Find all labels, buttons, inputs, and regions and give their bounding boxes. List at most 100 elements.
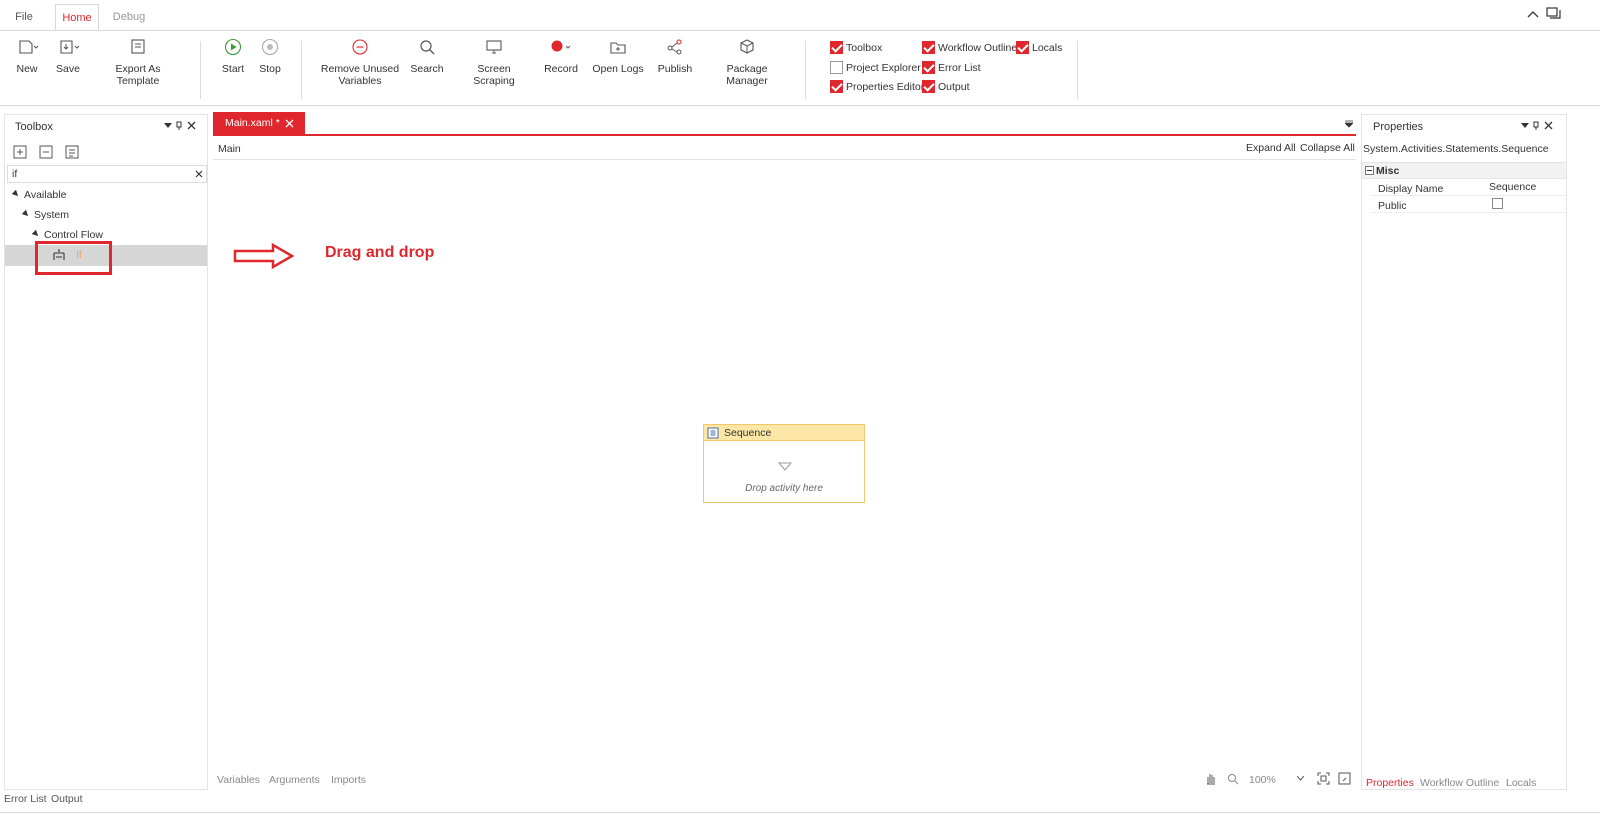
save-button[interactable]: Save (52, 37, 84, 75)
record-button[interactable]: Record (542, 37, 580, 75)
footer-divider (0, 812, 1600, 813)
tab-output[interactable]: Output (51, 793, 83, 805)
pin-icon[interactable] (1533, 121, 1539, 131)
search-label: Search (410, 63, 444, 75)
tree-available[interactable]: Available (11, 189, 66, 201)
clear-search-icon[interactable] (195, 170, 203, 178)
drop-activity-hint: Drop activity here (745, 483, 823, 494)
checkbox-checked-icon (922, 40, 935, 54)
toolbox-search-input[interactable]: if (7, 165, 207, 183)
fit-to-screen-icon[interactable] (1317, 772, 1330, 785)
properties-editor-toggle[interactable]: Properties Editor (830, 79, 925, 96)
error-list-toggle-label: Error List (938, 62, 981, 74)
expand-all-link[interactable]: Expand All (1246, 142, 1296, 154)
panel-menu-icon[interactable] (164, 123, 172, 129)
locals-toggle[interactable]: Locals (1016, 40, 1063, 57)
property-row-public: Public (1370, 196, 1566, 213)
tree-control-flow-label: Control Flow (44, 229, 103, 241)
close-icon[interactable] (187, 121, 196, 130)
tab-locals[interactable]: Locals (1506, 777, 1536, 789)
ribbon-tab-bar: File Home Debug (0, 0, 1600, 30)
toolbox-toggle[interactable]: Toolbox (830, 40, 883, 57)
list-view-icon[interactable] (65, 145, 79, 159)
designer-header: Main Expand All Collapse All (213, 136, 1356, 160)
zoom-icon[interactable] (1227, 773, 1239, 785)
ribbon: New Save Export As Template Start Stop R… (0, 30, 1600, 106)
feedback-icon[interactable] (1546, 7, 1562, 21)
properties-panel: Properties System.Activities.Statements.… (1361, 114, 1567, 790)
toolbox-panel: Toolbox if Available System Control Flow… (4, 114, 208, 790)
checkbox-unchecked-icon (830, 60, 843, 74)
stop-label: Stop (259, 63, 281, 75)
public-checkbox[interactable] (1492, 198, 1503, 209)
package-manager-label: Package Manager (726, 63, 768, 87)
tree-control-flow[interactable]: Control Flow (31, 229, 103, 241)
checkbox-checked-icon (922, 79, 935, 93)
property-name: Public (1378, 200, 1407, 212)
project-explorer-toggle[interactable]: Project Explorer (830, 60, 921, 77)
tab-error-list[interactable]: Error List (4, 793, 47, 805)
search-icon (417, 37, 437, 57)
sequence-icon (707, 427, 719, 439)
document-tab-main[interactable]: Main.xaml * (213, 112, 305, 135)
properties-title: Properties (1373, 121, 1424, 133)
hand-pan-icon[interactable] (1204, 772, 1218, 786)
properties-editor-toggle-label: Properties Editor (846, 81, 925, 93)
export-template-button[interactable]: Export As Template (94, 37, 182, 87)
publish-button[interactable]: Publish (656, 37, 694, 75)
misc-category[interactable]: Misc (1362, 162, 1566, 179)
stop-button[interactable]: Stop (256, 37, 284, 75)
zoom-level[interactable]: 100% (1249, 774, 1276, 786)
collapse-all-link[interactable]: Collapse All (1300, 142, 1355, 154)
workflow-outline-toggle[interactable]: Workflow Outline (922, 40, 1017, 57)
tab-variables[interactable]: Variables (217, 774, 260, 786)
zoom-dropdown-icon[interactable] (1297, 776, 1304, 781)
tab-overflow-icon[interactable] (1345, 120, 1353, 128)
new-button[interactable]: New (10, 37, 44, 75)
search-button[interactable]: Search (408, 37, 446, 75)
open-logs-button[interactable]: Open Logs (590, 37, 646, 75)
save-icon (58, 37, 80, 57)
expanded-triangle-icon (11, 189, 21, 199)
footer-bar: Error List Output (0, 791, 1600, 831)
checkbox-checked-icon (922, 60, 935, 74)
expand-all-icon[interactable] (13, 145, 27, 159)
remove-unused-variables-button[interactable]: Remove Unused Variables (320, 37, 400, 87)
package-manager-button[interactable]: Package Manager (705, 37, 789, 87)
start-button[interactable]: Start (218, 37, 248, 75)
breadcrumb[interactable]: Main (218, 143, 241, 155)
document-tab-label: Main.xaml * (225, 117, 280, 129)
folder-logs-icon (608, 37, 628, 57)
screen-scraping-button[interactable]: Screen Scraping (456, 37, 532, 87)
tab-arguments[interactable]: Arguments (269, 774, 320, 786)
selected-type-name: System.Activities.Statements.Sequence (1363, 143, 1549, 155)
sequence-activity[interactable]: Sequence Drop activity here (703, 424, 865, 503)
collapse-all-icon[interactable] (39, 145, 53, 159)
tab-file[interactable]: File (0, 4, 48, 30)
tab-imports[interactable]: Imports (331, 774, 366, 786)
output-toggle[interactable]: Output (922, 79, 970, 96)
tab-workflow-outline[interactable]: Workflow Outline (1420, 777, 1499, 789)
collapse-ribbon-icon[interactable] (1527, 9, 1539, 19)
drop-triangle-icon (778, 462, 792, 471)
display-name-field[interactable]: Sequence (1489, 181, 1536, 193)
ribbon-separator (301, 41, 302, 99)
locals-toggle-label: Locals (1032, 42, 1063, 54)
close-tab-icon[interactable] (285, 119, 294, 128)
tab-properties[interactable]: Properties (1366, 777, 1414, 789)
tab-debug[interactable]: Debug (106, 4, 152, 30)
tree-system[interactable]: System (21, 209, 69, 221)
overview-map-icon[interactable] (1338, 772, 1351, 785)
expanded-triangle-icon (21, 209, 31, 219)
tab-home[interactable]: Home (55, 4, 99, 30)
sequence-header: Sequence (704, 425, 864, 441)
toolbox-search-value: if (12, 168, 18, 180)
toolbox-toggle-label: Toolbox (846, 42, 883, 54)
panel-menu-icon[interactable] (1521, 123, 1529, 129)
start-label: Start (221, 63, 245, 75)
open-logs-label: Open Logs (592, 63, 644, 75)
collapse-category-icon[interactable] (1365, 166, 1374, 175)
close-icon[interactable] (1544, 121, 1553, 130)
pin-icon[interactable] (176, 121, 182, 131)
error-list-toggle[interactable]: Error List (922, 60, 981, 77)
